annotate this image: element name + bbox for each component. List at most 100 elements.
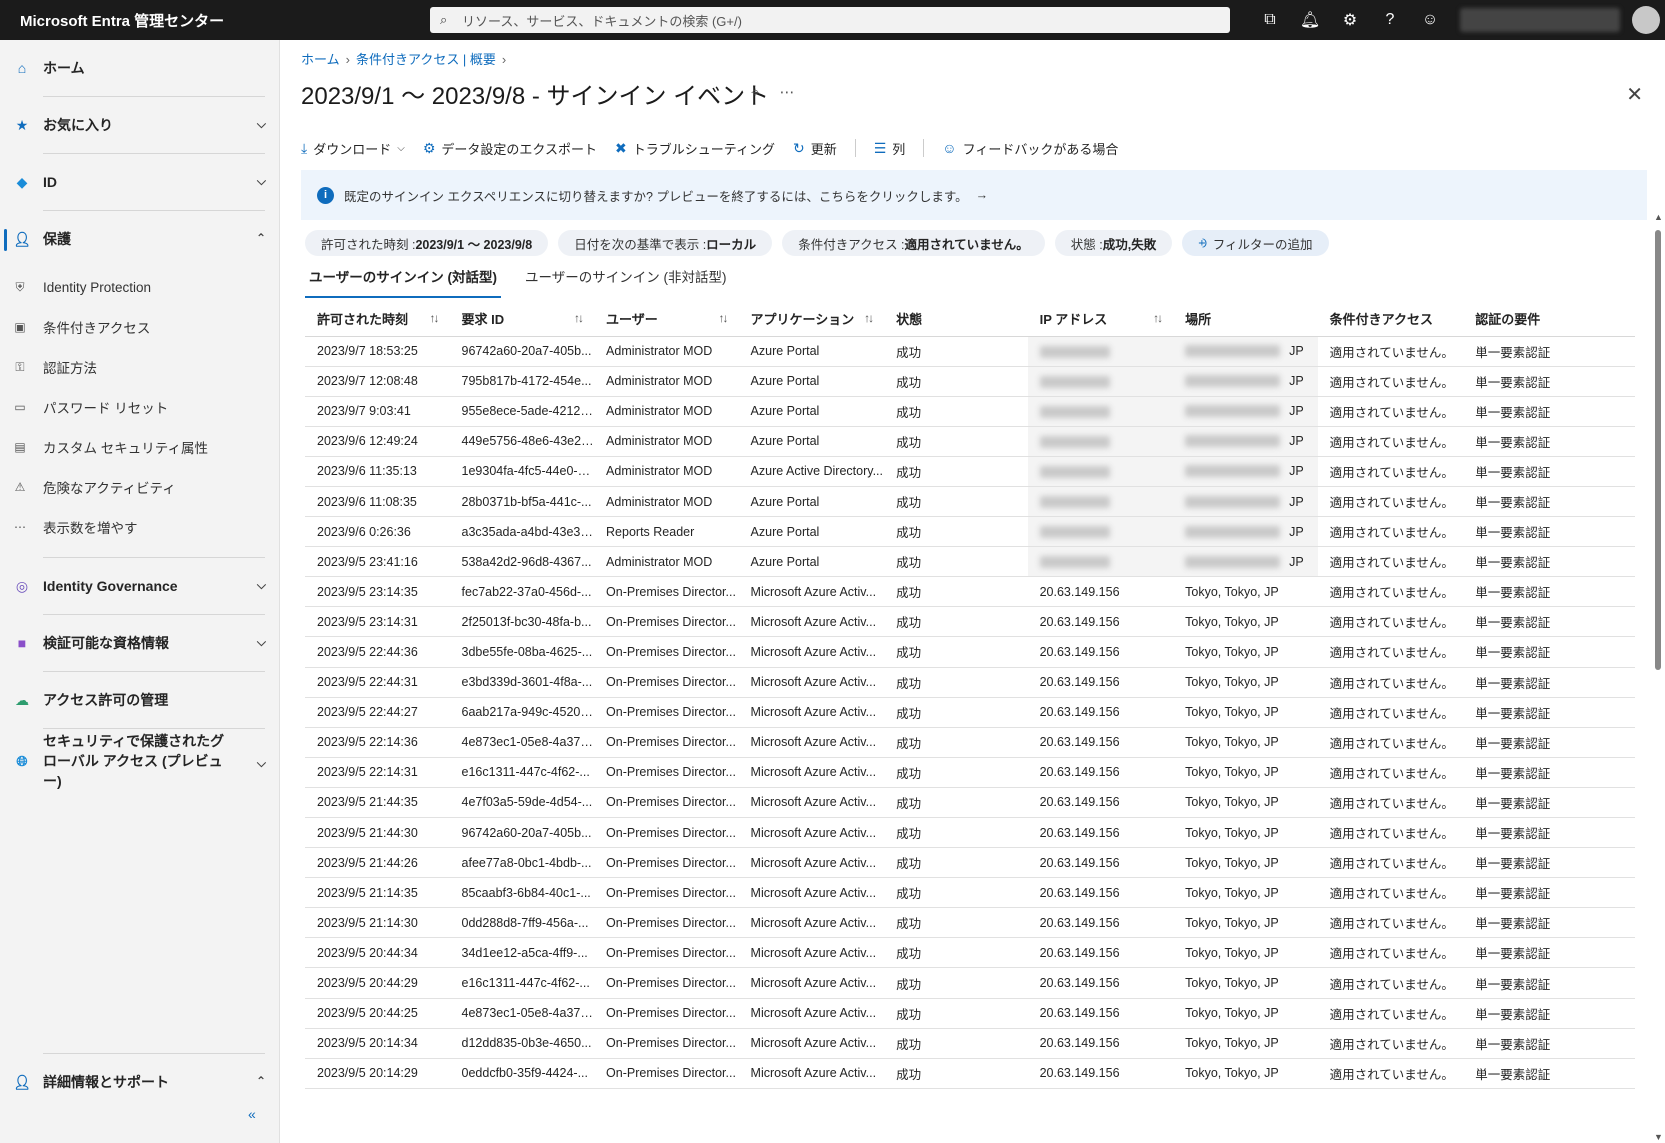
table-row[interactable]: 2023/9/5 20:44:25 4e873ec1-05e8-4a37-... O… — [305, 998, 1635, 1029]
table-row[interactable]: 2023/9/5 20:14:34 d12dd835-0b3e-4650... On… — [305, 1028, 1635, 1059]
portal-switch-icon[interactable]: ⧉ — [1250, 11, 1290, 29]
col-location[interactable]: 場所 — [1173, 302, 1318, 337]
pin-icon[interactable]: ⌖ — [751, 84, 759, 101]
add-filter-button[interactable]: ⨮ フィルターの追加 — [1182, 230, 1329, 256]
download-button[interactable]: ⤓ ダウンロード ⌵ — [301, 139, 405, 158]
table-row[interactable]: 2023/9/5 22:44:31 e3bd339d-3601-4f8a-... O… — [305, 667, 1635, 698]
troubleshoot-button[interactable]: ✖ トラブルシューティング — [615, 139, 775, 158]
nav-protection-label: 保護 — [43, 231, 71, 247]
tab-non-interactive[interactable]: ユーザーのサインイン (非対話型) — [521, 266, 730, 298]
table-row[interactable]: 2023/9/5 20:14:29 0eddcfb0-35f9-4424-... O… — [305, 1058, 1635, 1089]
table-row[interactable]: 2023/9/6 11:35:13 1e9304fa-4fc5-44e0-8...… — [305, 456, 1635, 487]
nav-id[interactable]: ◆ ID ⌵ — [0, 154, 280, 210]
vertical-scrollbar[interactable]: ▲ ▼ — [1651, 212, 1665, 1142]
sort-icon[interactable]: ↑↓ — [719, 311, 729, 325]
refresh-button[interactable]: ↻ 更新 — [793, 139, 837, 158]
table-row[interactable]: 2023/9/5 21:44:26 afee77a8-0bc1-4bdb-... O… — [305, 847, 1635, 879]
filter-conditional-access[interactable]: 条件付きアクセス : 適用されていません。 — [782, 230, 1045, 256]
gear-icon[interactable]: ⚙ — [1330, 10, 1370, 30]
nav-learn-support[interactable]: 👤︎ 詳細情報とサポート ⌃ — [0, 1054, 280, 1110]
col-application[interactable]: アプリケーション ↑↓ — [738, 302, 885, 337]
help-icon[interactable]: ? — [1370, 11, 1410, 29]
nav-verifiable-credentials[interactable]: ■ 検証可能な資格情報 ⌵ — [0, 615, 280, 671]
sort-icon[interactable]: ↑↓ — [430, 311, 440, 325]
table-row[interactable]: 2023/9/5 21:44:35 4e7f03a5-59de-4d54-... O… — [305, 787, 1635, 819]
filter-date[interactable]: 許可された時刻 : 2023/9/1 〜 2023/9/8 — [305, 230, 549, 256]
table-row[interactable]: 2023/9/5 21:14:35 85caabf3-6b84-40c1-... O… — [305, 877, 1635, 909]
more-options-icon[interactable]: ⋯ — [779, 84, 794, 101]
tab-interactive[interactable]: ユーザーのサインイン (対話型) — [305, 266, 501, 298]
table-row[interactable]: 2023/9/5 23:41:16 538a42d2-96d8-4367... Ad… — [305, 546, 1635, 578]
table-row[interactable]: 2023/9/5 22:14:36 4e873ec1-05e8-4a37-... O… — [305, 727, 1635, 758]
sort-icon[interactable]: ↑↓ — [574, 311, 584, 325]
breadcrumb-home[interactable]: ホーム — [301, 52, 340, 67]
cell-conditional-access: 適用されていません。 — [1317, 546, 1464, 578]
cell-conditional-access: 適用されていません。 — [1317, 486, 1464, 518]
breadcrumb-ca[interactable]: 条件付きアクセス | 概要 — [356, 52, 496, 67]
sort-icon[interactable]: ↑↓ — [864, 311, 874, 325]
cell-user: On-Premises Director... — [594, 787, 739, 819]
col-request-id[interactable]: 要求 ID ↑↓ — [449, 302, 595, 337]
cell-request-id: 795b817b-4172-454e... — [449, 366, 595, 397]
nav-home[interactable]: ⌂ ホーム — [0, 40, 280, 96]
brand-title[interactable]: Microsoft Entra 管理センター — [0, 10, 280, 31]
table-row[interactable]: 2023/9/7 18:53:25 96742a60-20a7-405b... Ad… — [305, 336, 1635, 367]
nav-show-more[interactable]: ⋯ 表示数を増やす — [0, 507, 280, 547]
avatar[interactable] — [1632, 6, 1660, 34]
cell-location: JP — [1173, 546, 1318, 578]
nav-password-reset[interactable]: ▭ パスワード リセット — [0, 387, 280, 427]
table-row[interactable]: 2023/9/5 22:44:27 6aab217a-949c-4520-... O… — [305, 697, 1635, 728]
cell-location: JP — [1173, 516, 1318, 548]
close-icon[interactable]: ✕ — [1626, 82, 1643, 107]
filter-timezone[interactable]: 日付を次の基準で表示 : ローカル — [558, 230, 773, 256]
table-row[interactable]: 2023/9/5 22:14:31 e16c1311-447c-4f62-... O… — [305, 757, 1635, 788]
feedback-button[interactable]: ☺ フィードバックがある場合 — [942, 139, 1118, 158]
col-time[interactable]: 許可された時刻 ↑↓ — [305, 302, 450, 337]
cell-request-id: 955e8ece-5ade-4212-... — [449, 396, 595, 427]
table-row[interactable]: 2023/9/6 11:08:35 28b0371b-bf5a-441c-... A… — [305, 486, 1635, 518]
collapse-sidebar-icon[interactable]: « — [248, 1106, 256, 1122]
scrollbar-thumb[interactable] — [1655, 230, 1661, 670]
account-name-redacted[interactable] — [1460, 8, 1620, 32]
export-data-settings-button[interactable]: ⚙ データ設定のエクスポート — [423, 139, 597, 158]
table-row[interactable]: 2023/9/5 23:14:35 fec7ab22-37a0-456d-... O… — [305, 576, 1635, 608]
nav-permissions-management[interactable]: ☁ アクセス許可の管理 — [0, 672, 280, 728]
col-conditional-access[interactable]: 条件付きアクセス — [1317, 302, 1464, 337]
table-row[interactable]: 2023/9/5 22:44:36 3dbe55fe-08ba-4625-... O… — [305, 636, 1635, 668]
cell-location: Tokyo, Tokyo, JP — [1173, 877, 1318, 909]
table-row[interactable]: 2023/9/5 21:44:30 96742a60-20a7-405b... On… — [305, 817, 1635, 849]
cell-auth-requirement: 単一要素認証 — [1463, 576, 1635, 608]
table-row[interactable]: 2023/9/7 9:03:41 955e8ece-5ade-4212-... Ad… — [305, 396, 1635, 427]
col-user[interactable]: ユーザー ↑↓ — [594, 302, 739, 337]
table-row[interactable]: 2023/9/7 12:08:48 795b817b-4172-454e... Ad… — [305, 366, 1635, 397]
nav-identity-protection[interactable]: ⛨ Identity Protection — [0, 267, 280, 307]
col-status[interactable]: 状態 — [884, 302, 1028, 337]
table-row[interactable]: 2023/9/5 21:14:30 0dd288d8-7ff9-456a-... O… — [305, 907, 1635, 939]
bell-icon[interactable]: 🔔︎ — [1290, 10, 1330, 30]
key-icon: ⚿ — [15, 359, 25, 374]
feedback-icon[interactable]: ☺ — [1410, 11, 1450, 29]
nav-identity-governance[interactable]: ◎ Identity Governance ⌵ — [0, 558, 280, 614]
scroll-down-icon[interactable]: ▼ — [1654, 1132, 1663, 1142]
table-row[interactable]: 2023/9/5 20:44:34 34d1ee12-a5ca-4ff9-... O… — [305, 937, 1635, 969]
nav-auth-methods[interactable]: ⚿ 認証方法 — [0, 347, 280, 387]
sort-icon[interactable]: ↑↓ — [1153, 311, 1163, 325]
nav-custom-security-attributes[interactable]: ▤ カスタム セキュリティ属性 — [0, 427, 280, 467]
cell-location: Tokyo, Tokyo, JP — [1173, 606, 1318, 638]
table-row[interactable]: 2023/9/5 23:14:31 2f25013f-bc30-48fa-b...… — [305, 606, 1635, 638]
nav-favorites[interactable]: ★ お気に入り ⌵ — [0, 97, 280, 153]
col-auth-requirement[interactable]: 認証の要件 — [1463, 302, 1635, 337]
nav-protection[interactable]: 👤︎ 保護 ⌃ — [0, 211, 280, 267]
col-ip[interactable]: IP アドレス ↑↓ — [1027, 302, 1174, 337]
table-row[interactable]: 2023/9/6 12:49:24 449e5756-48e6-43e2-... A… — [305, 426, 1635, 457]
nav-conditional-access[interactable]: ▣ 条件付きアクセス — [0, 307, 280, 347]
filter-status[interactable]: 状態 : 成功,失敗 — [1054, 230, 1173, 256]
preview-banner[interactable]: i 既定のサインイン エクスペリエンスに切り替えますか? プレビューを終了するに… — [301, 170, 1647, 220]
nav-risky-activities[interactable]: ⚠ 危険なアクティビティ — [0, 467, 280, 507]
columns-button[interactable]: ☰ 列 — [874, 139, 906, 158]
table-row[interactable]: 2023/9/6 0:26:36 a3c35ada-a4bd-43e3-... Re… — [305, 516, 1635, 548]
nav-global-secure-access[interactable]: 🌐︎ セキュリティで保護されたグローバル アクセス (プレビュー) ⌵ — [0, 729, 280, 793]
table-row[interactable]: 2023/9/5 20:44:29 e16c1311-447c-4f62-... O… — [305, 967, 1635, 999]
search-input[interactable]: ⌕ リソース、サービス、ドキュメントの検索 (G+/) — [430, 7, 1230, 33]
scroll-up-icon[interactable]: ▲ — [1654, 212, 1663, 222]
